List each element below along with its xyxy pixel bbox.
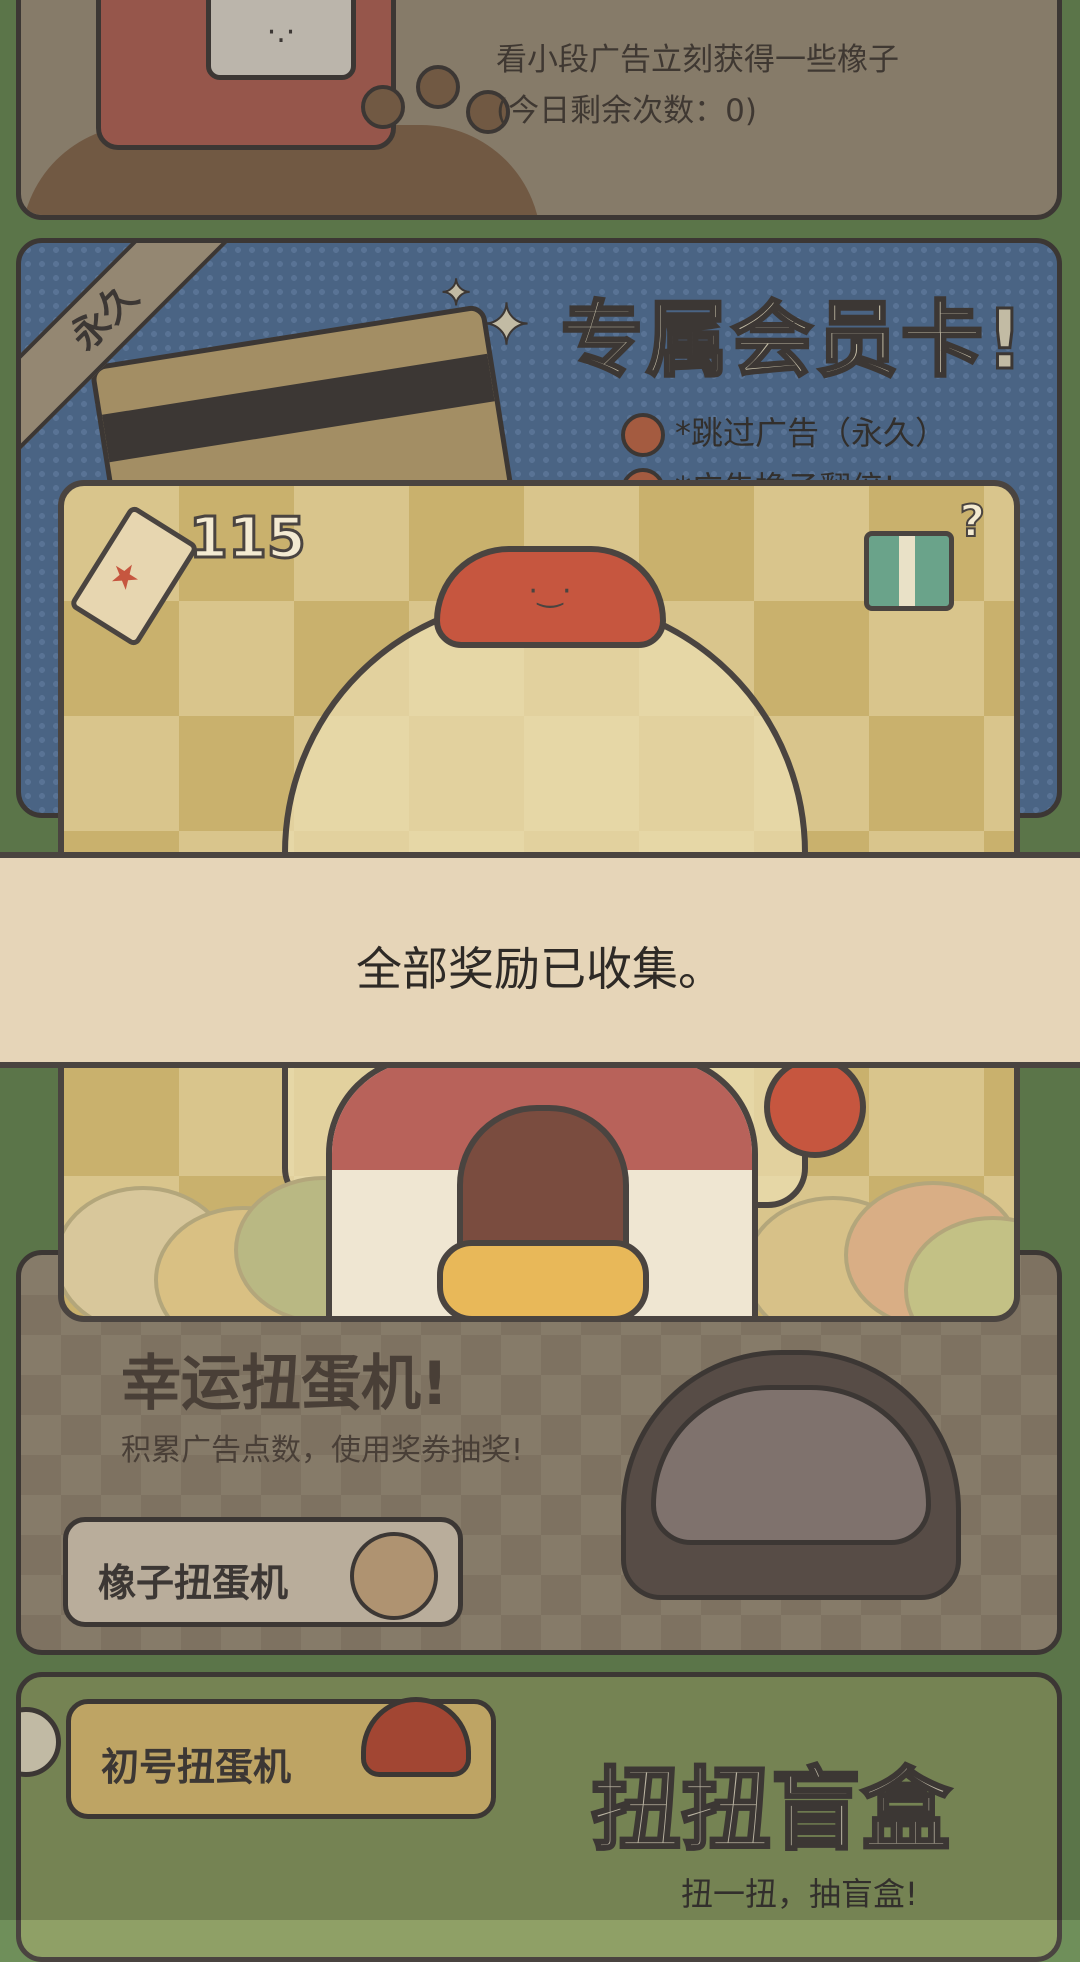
capsule-outlet bbox=[437, 1240, 649, 1316]
ticket-count: 115 bbox=[188, 505, 308, 573]
toast-banner: 全部奖励已收集。 bbox=[0, 852, 1080, 1068]
toast-message: 全部奖励已收集。 bbox=[356, 942, 724, 996]
question-mark-icon: ? bbox=[958, 495, 985, 548]
dome-cap-face: ·‿· bbox=[434, 546, 666, 648]
ticket-icon: ★ bbox=[68, 503, 200, 649]
crank-lever[interactable] bbox=[764, 1056, 866, 1158]
gift-help-button[interactable]: ? bbox=[864, 495, 986, 611]
capsule-machine[interactable] bbox=[326, 1054, 758, 1316]
